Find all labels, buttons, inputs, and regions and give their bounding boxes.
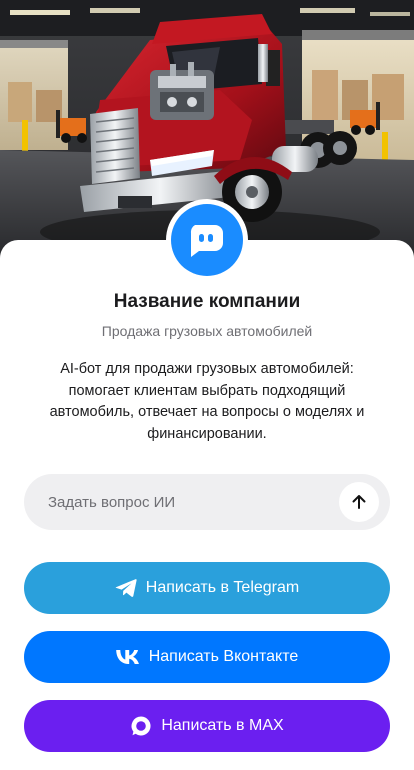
vk-button-label: Написать Вконтакте: [148, 648, 299, 665]
telegram-button[interactable]: Написать в Telegram: [24, 562, 390, 614]
company-subtitle: Продажа грузовых автомобилей: [101, 323, 313, 339]
telegram-button-label: Написать в Telegram: [145, 579, 300, 596]
company-description: AI-бот для продажи грузовых автомобилей:…: [49, 361, 365, 442]
max-icon: [130, 715, 152, 737]
max-button[interactable]: Написать в MAX: [24, 700, 390, 752]
send-button[interactable]: [339, 482, 379, 522]
ask-ai-input[interactable]: [48, 474, 348, 530]
arrow-up-icon: [352, 495, 366, 509]
chat-bot-icon: [190, 225, 223, 257]
vk-button[interactable]: Написать Вконтакте: [24, 631, 390, 683]
company-avatar: [166, 199, 248, 281]
ask-ai-field[interactable]: [24, 474, 390, 530]
company-name: Название компании: [113, 291, 301, 312]
page: Название компании Продажа грузовых автом…: [0, 0, 414, 770]
avatar-circle: [171, 204, 243, 276]
vk-icon: [115, 650, 140, 664]
telegram-icon: [115, 578, 137, 598]
max-button-label: Написать в MAX: [161, 717, 284, 734]
